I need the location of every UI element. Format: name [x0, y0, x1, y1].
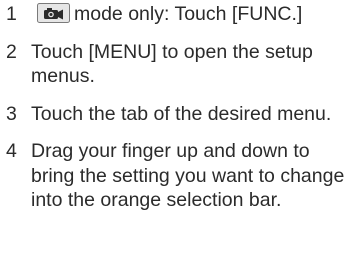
step-2: 2 Touch [MENU] to open the setup menus.: [6, 40, 351, 89]
step-number: 4: [6, 140, 17, 162]
camera-mode-icon: [37, 3, 70, 23]
step-3: 3 Touch the tab of the desired menu.: [6, 102, 351, 127]
step-2-text: Touch [MENU] to open the setup menus.: [31, 40, 313, 88]
step-1: 1 mode only: Touch [FUNC.]: [6, 2, 351, 27]
step-4-text: Drag your finger up and down to bring th…: [31, 140, 345, 211]
step-number: 3: [6, 102, 17, 125]
step-1-text: mode only: Touch [FUNC.]: [74, 3, 303, 25]
step-text: mode only: Touch [FUNC.]: [31, 2, 351, 27]
step-4: 4 Drag your finger up and down to bring …: [6, 139, 351, 213]
instruction-steps: 1 mode only: Touch [FUNC.] 2 Touch [MENU…: [6, 2, 351, 226]
step-number: 2: [6, 40, 17, 63]
step-3-text: Touch the tab of the desired menu.: [31, 102, 332, 125]
step-number: 1: [6, 3, 17, 25]
